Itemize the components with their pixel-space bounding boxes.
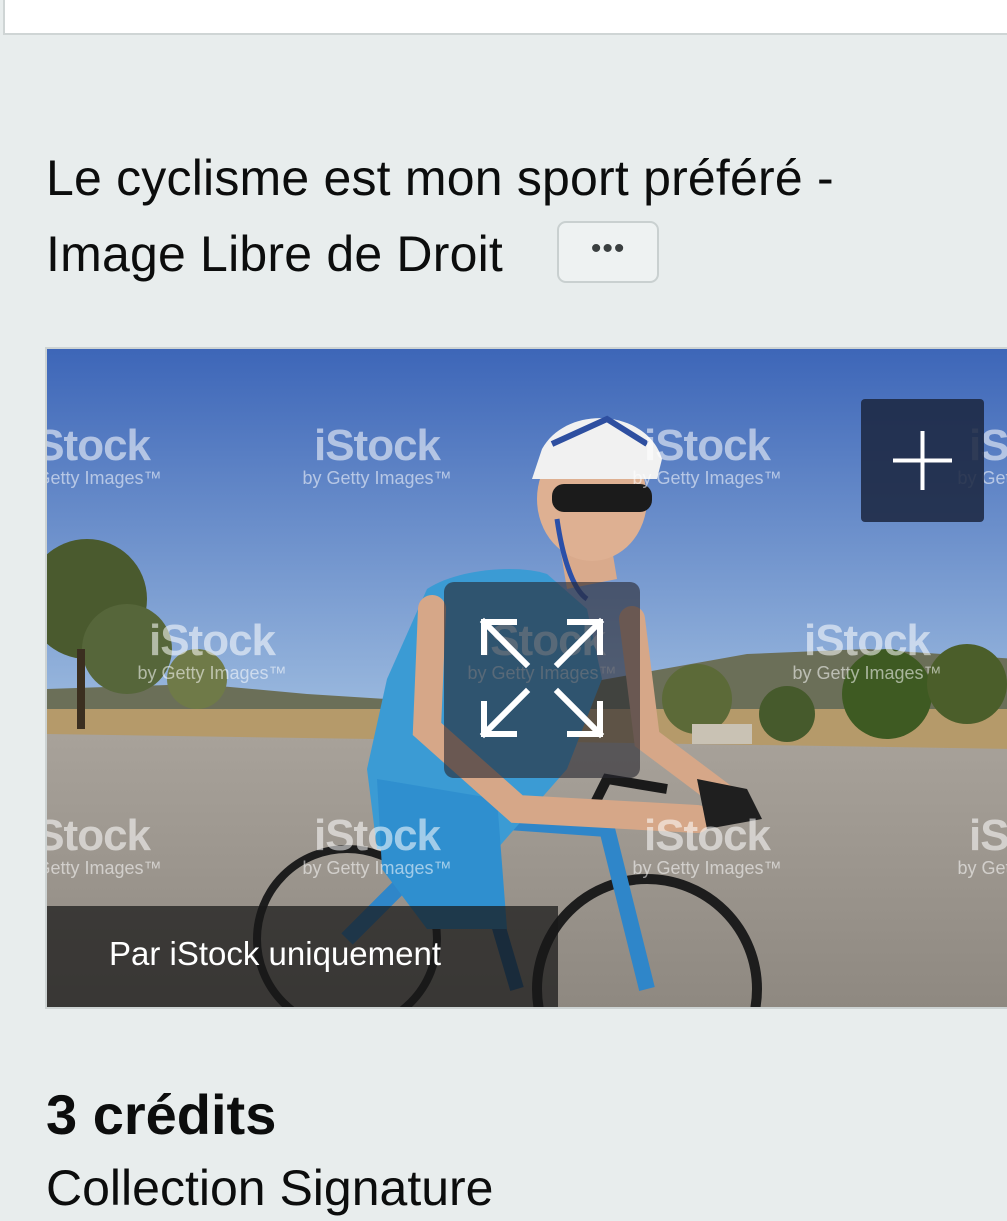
more-options-button[interactable]: ••• [557, 220, 660, 283]
expand-arrows-icon [479, 617, 605, 739]
collection-name: Collection Signature [46, 1160, 494, 1216]
page-title: Le cyclisme est mon sport préféré - Imag… [46, 140, 986, 292]
top-bar [3, 0, 1007, 35]
add-to-board-button[interactable] [861, 399, 984, 522]
plus-icon [893, 431, 952, 490]
stock-photo[interactable]: iStock by Getty Images™ iStock by Getty … [45, 347, 1007, 1009]
exclusive-caption: Par iStock uniquement [47, 906, 558, 1007]
price-credits: 3 crédits [46, 1083, 277, 1146]
page-title-text: Le cyclisme est mon sport préféré - Imag… [46, 150, 834, 282]
caption-text: Par iStock uniquement [109, 935, 442, 972]
expand-preview-button[interactable] [444, 582, 640, 778]
